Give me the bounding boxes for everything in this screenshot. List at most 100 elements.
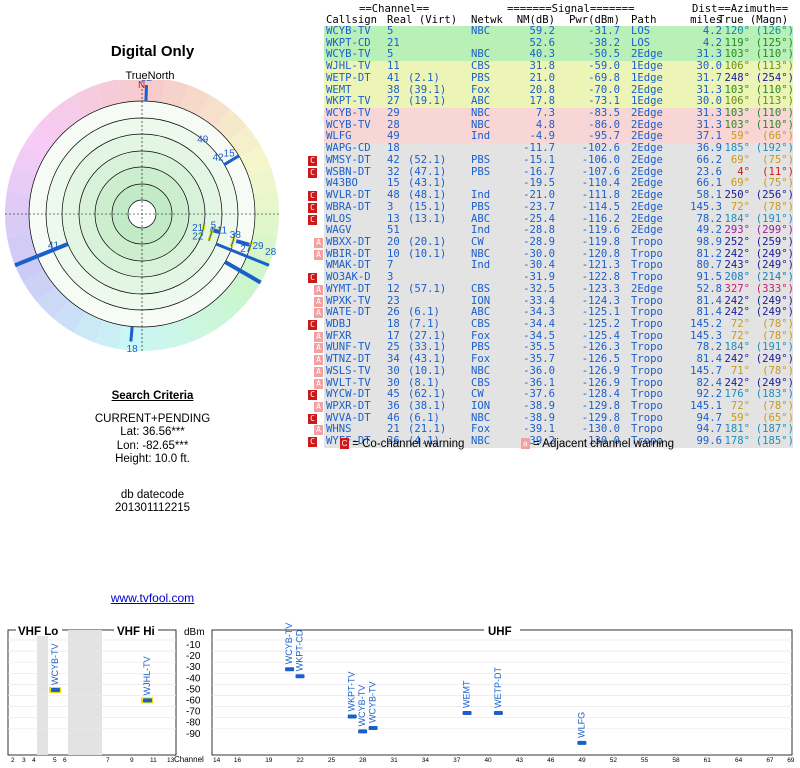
- polar-channel-label: 38: [230, 230, 242, 241]
- vhf-lo-tick: 6: [63, 757, 67, 764]
- hdr-true-magn: True (Magn): [718, 14, 789, 26]
- virtual-channel-cell: (10.1): [408, 247, 447, 260]
- db-datecode: db datecode 201301112215: [0, 489, 305, 515]
- adjacent-channel-warning-badge: A: [314, 378, 323, 389]
- signal-bar-label: WKPT-CD: [295, 629, 305, 671]
- real-channel-cell: 20: [387, 235, 400, 248]
- network-cell: CW: [471, 235, 484, 248]
- signal-bar[interactable]: [577, 740, 587, 745]
- spectrum-chart: VHF Lo VHF Hi UHFdBm-10-20-30-40-50-60-70-…: [7, 623, 795, 764]
- virtual-channel-cell: (15.1): [408, 200, 447, 213]
- polar-channel-label: 11: [217, 226, 228, 237]
- uhf-tick: 34: [422, 757, 430, 764]
- nm-cell: 59.2: [529, 25, 555, 37]
- adjacent-channel-warning-badge: A: [314, 237, 323, 248]
- adjacent-channel-warning-badge: A: [314, 355, 323, 366]
- polar-channel-label: 32: [141, 80, 153, 84]
- signal-bar[interactable]: [347, 714, 357, 719]
- table-row[interactable]: WETP-DT 41 (2.1) PBS 21.0 -69.8 1Edge 31.7 248° (…: [300, 71, 800, 85]
- signal-bar[interactable]: [295, 674, 305, 679]
- signal-bar[interactable]: [462, 711, 472, 715]
- distance-cell: 145.2: [690, 317, 722, 330]
- azimuth-magn-cell: (185°): [755, 435, 794, 448]
- callsign-cell: WCYB-TV: [326, 25, 371, 37]
- callsign-cell: WMSY-DT: [326, 153, 371, 166]
- signal-bar[interactable]: [358, 729, 368, 734]
- power-cell: -114.5: [581, 200, 620, 213]
- table-row[interactable]: C WBRA-DT 3 (15.1) PBS -23.7 -114.5 2Edge 145.3 7…: [300, 200, 800, 214]
- co-channel-warning-badge: C: [308, 437, 317, 448]
- table-row[interactable]: A WYMT-DT 12 (57.1) CBS -32.5 -123.3 2Edge 52.8 3…: [300, 282, 800, 296]
- dbm-tick: -90: [186, 729, 201, 740]
- signal-bar-label: WETP-DT: [493, 667, 503, 708]
- real-channel-cell: 36: [387, 400, 400, 412]
- uhf-tick: 43: [516, 757, 524, 764]
- polar-channel-label: 18: [127, 344, 139, 355]
- bearing-mark: [144, 85, 149, 102]
- polar-channel-label: 42: [213, 152, 225, 163]
- azimuth-true-cell: 103°: [724, 107, 750, 120]
- callsign-cell: WETP-DT: [326, 71, 371, 84]
- channel-axis-label: Channel: [174, 755, 204, 764]
- adjacent-channel-warning-badge: A: [314, 284, 323, 295]
- dbm-axis-label: dBm: [184, 627, 205, 638]
- nm-cell: -38.9: [523, 400, 555, 412]
- signal-bar-label: WEMT: [462, 680, 472, 708]
- uhf-tick: 28: [359, 757, 367, 764]
- nm-cell: 7.3: [535, 107, 555, 120]
- co-channel-warning-badge: C: [308, 273, 317, 284]
- azimuth-true-cell: 72°: [730, 317, 750, 330]
- distance-cell: 4.2: [702, 25, 722, 37]
- path-cell: 2Edge: [631, 200, 663, 213]
- signal-bar[interactable]: [493, 711, 503, 715]
- signal-bar-label: WCYB-TV: [284, 623, 294, 665]
- table-row[interactable]: C WMSY-DT 42 (52.1) PBS -15.1 -106.0 2Edge 66.2 6…: [300, 153, 800, 167]
- dbm-tick: -30: [186, 662, 201, 673]
- table-row[interactable]: WCYB-TV 29 NBC 7.3 -83.5 2Edge 31.3 103° (110°): [300, 107, 800, 120]
- signal-bar[interactable]: [51, 688, 60, 692]
- uhf-tick: 16: [234, 757, 242, 764]
- azimuth-magn-cell: (110°): [755, 107, 794, 120]
- tvfool-link[interactable]: www.tvfool.com: [0, 591, 305, 605]
- dbm-tick: -20: [186, 651, 201, 662]
- table-header: ==Channel== =======Signal======= Dist ==…: [300, 4, 800, 26]
- nm-cell: -32.5: [523, 282, 555, 295]
- table-row[interactable]: A WPXR-DT 36 (38.1) ION -38.9 -129.8 Tropo 145.1…: [300, 400, 800, 413]
- virtual-channel-cell: (19.1): [408, 95, 447, 108]
- azimuth-magn-cell: (333°): [755, 282, 794, 295]
- power-cell: -126.9: [581, 364, 620, 377]
- virtual-channel-cell: (38.1): [408, 400, 447, 412]
- criteria-line: Height: 10.0 ft.: [115, 453, 190, 465]
- co-channel-warning-badge: C: [308, 155, 317, 166]
- criteria-line: Lat: 36.56***: [120, 426, 185, 438]
- signal-bar[interactable]: [368, 725, 378, 730]
- virtual-channel-cell: (57.1): [408, 282, 447, 295]
- table-row[interactable]: WCYB-TV 5 NBC 59.2 -31.7 LOS 4.2 120° (126°): [300, 25, 800, 38]
- signal-bar-label: WCYB-TV: [368, 681, 378, 723]
- path-cell: Tropo: [631, 317, 663, 330]
- path-cell: 1Edge: [631, 71, 663, 84]
- adjacent-channel-warning-badge: A: [314, 249, 323, 260]
- callsign-cell: WBRA-DT: [326, 200, 371, 213]
- distance-cell: 31.3: [696, 107, 722, 120]
- signal-bar-label: WKPT-TV: [347, 671, 357, 711]
- signal-bar[interactable]: [285, 667, 295, 672]
- nm-cell: -34.4: [523, 317, 555, 330]
- uhf-tick: 22: [297, 757, 305, 764]
- station-rows: WCYB-TV 5 NBC 59.2 -31.7 LOS 4.2 120° (126°) WKPT…: [300, 25, 800, 448]
- signal-bar-label: WCYB-TV: [50, 644, 60, 686]
- criteria-line: CURRENT+PENDING: [94, 412, 211, 425]
- network-cell: CBS: [471, 282, 491, 295]
- path-cell: LOS: [631, 25, 651, 37]
- table-row[interactable]: C WDBJ 18 (7.1) CBS -34.4 -125.2 Tropo 145.2 72° (…: [300, 317, 800, 331]
- network-cell: Ind: [471, 259, 491, 272]
- signal-bar[interactable]: [143, 698, 152, 703]
- adjacent-channel-warning-badge: A: [314, 402, 323, 412]
- uhf-tick: 52: [610, 757, 618, 764]
- real-channel-cell: 3: [387, 200, 394, 213]
- adjacent-channel-legend: = Adjacent channel warning: [533, 438, 674, 450]
- table-row[interactable]: A WBXX-DT 20 (20.1) CW -28.9 -119.8 Tropo 98.9 25…: [300, 235, 800, 249]
- nm-cell: -28.9: [523, 235, 555, 248]
- table-row[interactable]: A WSLS-TV 30 (10.1) NBC -36.0 -126.9 Tropo 145.7…: [300, 364, 800, 378]
- co-channel-warning-badge: C: [308, 202, 317, 213]
